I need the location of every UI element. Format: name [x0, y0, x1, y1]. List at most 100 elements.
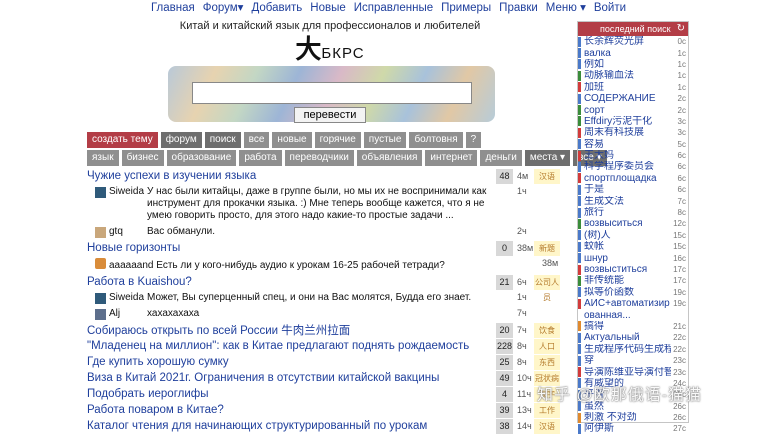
- recent-search-item[interactable]: 生成程序代码生成程序22с: [578, 344, 688, 355]
- refresh-icon[interactable]: ↻: [677, 22, 685, 36]
- recent-search-item[interactable]: ованная...: [578, 309, 688, 321]
- recent-search-text[interactable]: 蚊帐: [584, 241, 671, 252]
- post-username[interactable]: gtq: [109, 226, 147, 238]
- recent-search-text[interactable]: 周末有科技展: [584, 127, 671, 138]
- thread-tag[interactable]: 东西: [534, 354, 560, 370]
- thread-title-link[interactable]: Чужие успехи в изучении языка: [87, 170, 496, 182]
- recent-search-item[interactable]: 阿伊斯 27с: [578, 423, 688, 434]
- category-button[interactable]: места ▾: [524, 150, 571, 166]
- recent-search-item[interactable]: спортплощадка 6с: [578, 173, 688, 184]
- recent-search-item[interactable]: 加班 1с: [578, 82, 688, 93]
- thread-tag[interactable]: 新题: [534, 240, 560, 256]
- recent-search-item[interactable]: возвыситься 12с: [578, 218, 688, 229]
- recent-search-text[interactable]: АИС+автоматизир: [584, 298, 671, 309]
- category-button[interactable]: интернет: [425, 150, 478, 166]
- recent-search-item[interactable]: Effdiry污泥干化 3с: [578, 116, 688, 127]
- recent-search-text[interactable]: 阿伊斯: [584, 423, 671, 434]
- recent-search-text[interactable]: 穿: [584, 355, 671, 366]
- recent-search-item[interactable]: 生成文法 7с: [578, 195, 688, 207]
- recent-search-text[interactable]: возвыситься: [584, 218, 671, 229]
- forum-filter-button[interactable]: поиск: [204, 132, 241, 148]
- thread-tag[interactable]: 人口: [534, 338, 560, 354]
- recent-search-item[interactable]: шнур 16с: [578, 252, 688, 264]
- forum-filter-button[interactable]: болтовня: [409, 132, 463, 148]
- search-input[interactable]: [192, 82, 472, 104]
- recent-search-text[interactable]: 动脉输血法: [584, 70, 671, 81]
- category-button[interactable]: бизнес: [121, 150, 164, 166]
- recent-search-item[interactable]: (树)人 15с: [578, 230, 688, 241]
- recent-search-text[interactable]: СОДЕРЖАНИЕ: [584, 93, 671, 104]
- thread-title-link[interactable]: Где купить хорошую сумку: [87, 356, 496, 368]
- nav-link[interactable]: Главная: [151, 2, 195, 14]
- recent-search-item[interactable]: возвыститься 17с: [578, 264, 688, 275]
- recent-search-item[interactable]: 旅行 8с: [578, 207, 688, 218]
- thread-tag[interactable]: 公司人员: [534, 274, 560, 302]
- recent-search-item[interactable]: 拟等价函数 19с: [578, 287, 688, 298]
- recent-search-item[interactable]: 周末有科技展 3с: [578, 127, 688, 138]
- recent-search-text[interactable]: 非传统能: [584, 275, 671, 286]
- post-username[interactable]: Siweida: [109, 292, 147, 304]
- category-button[interactable]: переводчики: [284, 150, 354, 166]
- recent-search-text[interactable]: ованная...: [584, 310, 671, 321]
- nav-link[interactable]: Исправленные: [354, 2, 433, 14]
- recent-search-item[interactable]: 搞得 21с: [578, 321, 688, 332]
- recent-search-item[interactable]: 穿 23с: [578, 355, 688, 366]
- nav-link[interactable]: Войти: [594, 2, 626, 14]
- post-username[interactable]: Alj: [109, 308, 147, 320]
- recent-search-item[interactable]: 科学程序委员会 6с: [578, 161, 688, 172]
- recent-search-item[interactable]: Актуальный 22с: [578, 332, 688, 343]
- post-username[interactable]: Siweida: [109, 186, 147, 222]
- thread-title-link[interactable]: Подобрать иероглифы: [87, 388, 496, 400]
- category-button[interactable]: язык: [87, 150, 119, 166]
- forum-filter-button[interactable]: горячие: [314, 132, 361, 148]
- recent-search-text[interactable]: 长余辉荧光屏: [584, 36, 671, 47]
- thread-title-link[interactable]: Виза в Китай 2021г. Ограничения в отсутс…: [87, 372, 496, 384]
- recent-search-item[interactable]: 动脉输血法 1с: [578, 70, 688, 81]
- nav-link[interactable]: Правки: [499, 2, 538, 14]
- recent-search-text[interactable]: 加班: [584, 82, 671, 93]
- recent-search-text[interactable]: шнур: [584, 253, 671, 264]
- recent-search-item[interactable]: 非传统能 17с: [578, 275, 688, 286]
- thread-tag[interactable]: 饮食: [534, 322, 560, 338]
- recent-search-item[interactable]: 长余辉荧光屏 0с: [578, 36, 688, 47]
- recent-search-text[interactable]: 搞得: [584, 321, 671, 332]
- nav-link[interactable]: Новые: [310, 2, 345, 14]
- recent-search-text[interactable]: 生成文法: [584, 196, 671, 207]
- category-button[interactable]: работа: [239, 150, 282, 166]
- recent-search-item[interactable]: 导演陈维亚导演付智涛23с: [578, 366, 688, 378]
- recent-search-item[interactable]: 蚊帐 15с: [578, 241, 688, 252]
- recent-search-text[interactable]: 拟等价函数: [584, 287, 671, 298]
- recent-search-text[interactable]: (树)人: [584, 230, 671, 241]
- recent-search-text[interactable]: 于是: [584, 184, 671, 195]
- recent-search-text[interactable]: 科学程序委员会: [584, 161, 671, 172]
- recent-search-item[interactable]: АИС+автоматизир 19с: [578, 298, 688, 309]
- recent-search-item[interactable]: валка 1с: [578, 47, 688, 59]
- recent-search-item[interactable]: 例如 1с: [578, 59, 688, 70]
- recent-search-text[interactable]: валка: [584, 48, 671, 59]
- recent-search-item[interactable]: сорт 2с: [578, 104, 688, 116]
- nav-link[interactable]: Примеры: [441, 2, 491, 14]
- recent-search-text[interactable]: спортплощадка: [584, 173, 671, 184]
- recent-search-text[interactable]: Effdiry污泥干化: [584, 116, 671, 127]
- nav-link[interactable]: Меню ▾: [546, 2, 586, 14]
- category-button[interactable]: объявления: [356, 150, 423, 166]
- thread-title-link[interactable]: Работа в Kuaishou?: [87, 276, 496, 288]
- recent-search-text[interactable]: сорт: [584, 105, 671, 116]
- thread-title-link[interactable]: Новые горизонты: [87, 242, 496, 254]
- recent-search-text[interactable]: 容易: [584, 139, 671, 150]
- thread-title-link[interactable]: Собираюсь открыть по всей России 牛肉兰州拉面: [87, 322, 496, 338]
- recent-search-text[interactable]: 旅行: [584, 207, 671, 218]
- recent-search-item[interactable]: 刺激 不对劲 26с: [578, 412, 688, 423]
- forum-filter-button[interactable]: форум: [160, 132, 202, 148]
- recent-search-text[interactable]: Актуальный: [584, 332, 671, 343]
- forum-filter-button[interactable]: пустые: [363, 132, 407, 148]
- post-username[interactable]: aaaaaand: [109, 260, 154, 271]
- forum-filter-button[interactable]: новые: [272, 132, 312, 148]
- recent-search-text[interactable]: возвыститься: [584, 264, 671, 275]
- thread-title-link[interactable]: "Младенец на миллион": как в Китае предл…: [87, 340, 496, 352]
- thread-tag[interactable]: 汉语: [534, 418, 560, 434]
- thread-title-link[interactable]: Работа поваром в Китае?: [87, 404, 496, 416]
- thread-title-link[interactable]: Каталог чтения для начинающих структурир…: [87, 420, 496, 432]
- recent-search-text[interactable]: 导演陈维亚导演付智涛: [584, 367, 671, 378]
- nav-link[interactable]: Добавить: [251, 2, 302, 14]
